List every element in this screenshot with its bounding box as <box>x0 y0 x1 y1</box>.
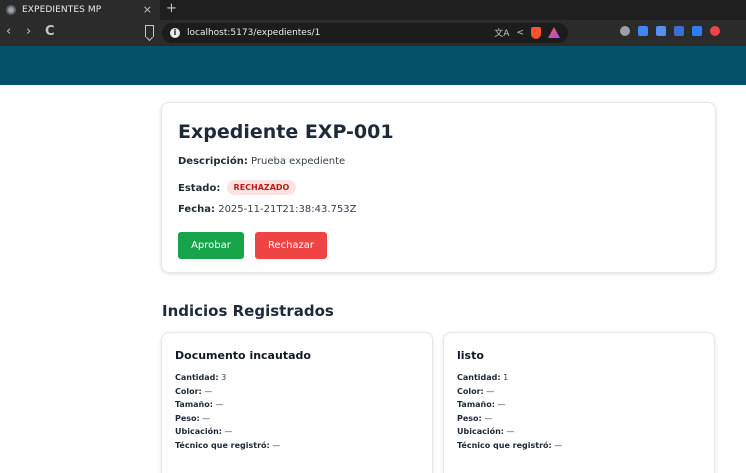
reject-button[interactable]: Rechazar <box>255 232 327 259</box>
ubicacion-value: — <box>224 427 233 436</box>
descripcion-value: Prueba expediente <box>251 156 346 167</box>
fecha-label: Fecha: <box>178 204 216 215</box>
ubicacion-row: Ubicación: — <box>175 425 280 439</box>
tecnico-value: — <box>554 440 563 450</box>
cantidad-label: Cantidad: <box>175 373 219 382</box>
extension-icon[interactable] <box>620 26 630 36</box>
brave-rewards-icon[interactable] <box>548 27 560 38</box>
descripcion-line: Descripción: Prueba expediente <box>178 156 345 167</box>
forward-icon[interactable]: › <box>26 24 31 39</box>
tamano-label: Tamaño: <box>457 400 495 409</box>
peso-value: — <box>202 413 211 423</box>
tamano-row: Tamaño: — <box>175 398 280 412</box>
descripcion-label: Descripción: <box>178 156 248 167</box>
cantidad-value: 1 <box>503 373 509 382</box>
tamano-label: Tamaño: <box>175 400 213 409</box>
indicios-section-title: Indicios Registrados <box>162 302 334 320</box>
indicio-name: listo <box>457 349 484 362</box>
tamano-row: Tamaño: — <box>457 398 562 412</box>
tecnico-label: Técnico que registró: <box>457 440 552 450</box>
estado-label: Estado: <box>178 183 221 194</box>
indicio-card: listo Cantidad: 1 Color: — Tamaño: — Pes… <box>443 332 715 473</box>
extension-icon[interactable] <box>656 26 666 36</box>
ubicacion-value: — <box>506 427 515 436</box>
tab-title: EXPEDIENTES MP <box>22 5 102 15</box>
indicio-details: Cantidad: 3 Color: — Tamaño: — Peso: — U… <box>175 371 280 452</box>
fecha-line: Fecha: 2025-11-21T21:38:43.753Z <box>178 204 356 215</box>
indicio-name: Documento incautado <box>175 349 311 362</box>
browser-toolbar: ‹ › C i localhost:5173/expedientes/1 文A … <box>0 20 746 46</box>
app-header-bar <box>0 46 746 85</box>
browser-tab[interactable]: EXPEDIENTES MP × <box>0 0 160 20</box>
peso-row: Peso: — <box>175 412 280 426</box>
globe-icon <box>6 5 16 15</box>
extensions-area <box>620 26 720 36</box>
address-bar[interactable]: i localhost:5173/expedientes/1 文A < <box>162 23 568 43</box>
indicio-details: Cantidad: 1 Color: — Tamaño: — Peso: — U… <box>457 371 562 452</box>
color-label: Color: <box>175 386 202 396</box>
translate-icon[interactable]: 文A <box>494 26 509 39</box>
extension-icon[interactable] <box>638 26 648 36</box>
indicio-card: Documento incautado Cantidad: 3 Color: —… <box>161 332 433 473</box>
browser-tab-strip: EXPEDIENTES MP × + <box>0 0 746 20</box>
fecha-value: 2025-11-21T21:38:43.753Z <box>218 204 357 215</box>
cantidad-row: Cantidad: 3 <box>175 371 280 385</box>
tecnico-label: Técnico que registró: <box>175 440 270 450</box>
new-tab-icon[interactable]: + <box>166 1 177 16</box>
peso-label: Peso: <box>175 413 200 423</box>
bookmark-icon[interactable] <box>145 25 154 37</box>
color-value: — <box>204 386 213 396</box>
omnibox-actions: 文A < <box>494 26 560 39</box>
tamano-value: — <box>215 400 224 409</box>
peso-row: Peso: — <box>457 412 562 426</box>
peso-label: Peso: <box>457 413 482 423</box>
approve-button[interactable]: Aprobar <box>178 232 244 259</box>
extension-icon[interactable] <box>692 26 702 36</box>
brave-shields-icon[interactable] <box>531 26 541 39</box>
extension-icon[interactable] <box>710 26 720 36</box>
cantidad-label: Cantidad: <box>457 373 501 382</box>
ubicacion-row: Ubicación: — <box>457 425 562 439</box>
color-row: Color: — <box>175 385 280 399</box>
reload-icon[interactable]: C <box>45 24 55 39</box>
ubicacion-label: Ubicación: <box>175 427 222 436</box>
tecnico-row: Técnico que registró: — <box>175 439 280 453</box>
close-tab-icon[interactable]: × <box>143 3 152 16</box>
cantidad-value: 3 <box>221 373 227 382</box>
tecnico-row: Técnico que registró: — <box>457 439 562 453</box>
ubicacion-label: Ubicación: <box>457 427 504 436</box>
expediente-card: Expediente EXP-001 Descripción: Prueba e… <box>161 102 716 273</box>
color-row: Color: — <box>457 385 562 399</box>
cantidad-row: Cantidad: 1 <box>457 371 562 385</box>
share-icon[interactable]: < <box>516 28 524 38</box>
tamano-value: — <box>497 400 506 409</box>
peso-value: — <box>484 413 493 423</box>
back-icon[interactable]: ‹ <box>6 24 11 39</box>
status-badge: RECHAZADO <box>226 180 297 195</box>
page-title: Expediente EXP-001 <box>178 121 394 143</box>
tecnico-value: — <box>272 440 281 450</box>
url-text[interactable]: localhost:5173/expedientes/1 <box>187 28 320 38</box>
estado-line: Estado: RECHAZADO <box>178 180 297 195</box>
color-label: Color: <box>457 386 484 396</box>
site-info-icon[interactable]: i <box>170 28 180 38</box>
color-value: — <box>486 386 495 396</box>
extension-icon[interactable] <box>674 26 684 36</box>
